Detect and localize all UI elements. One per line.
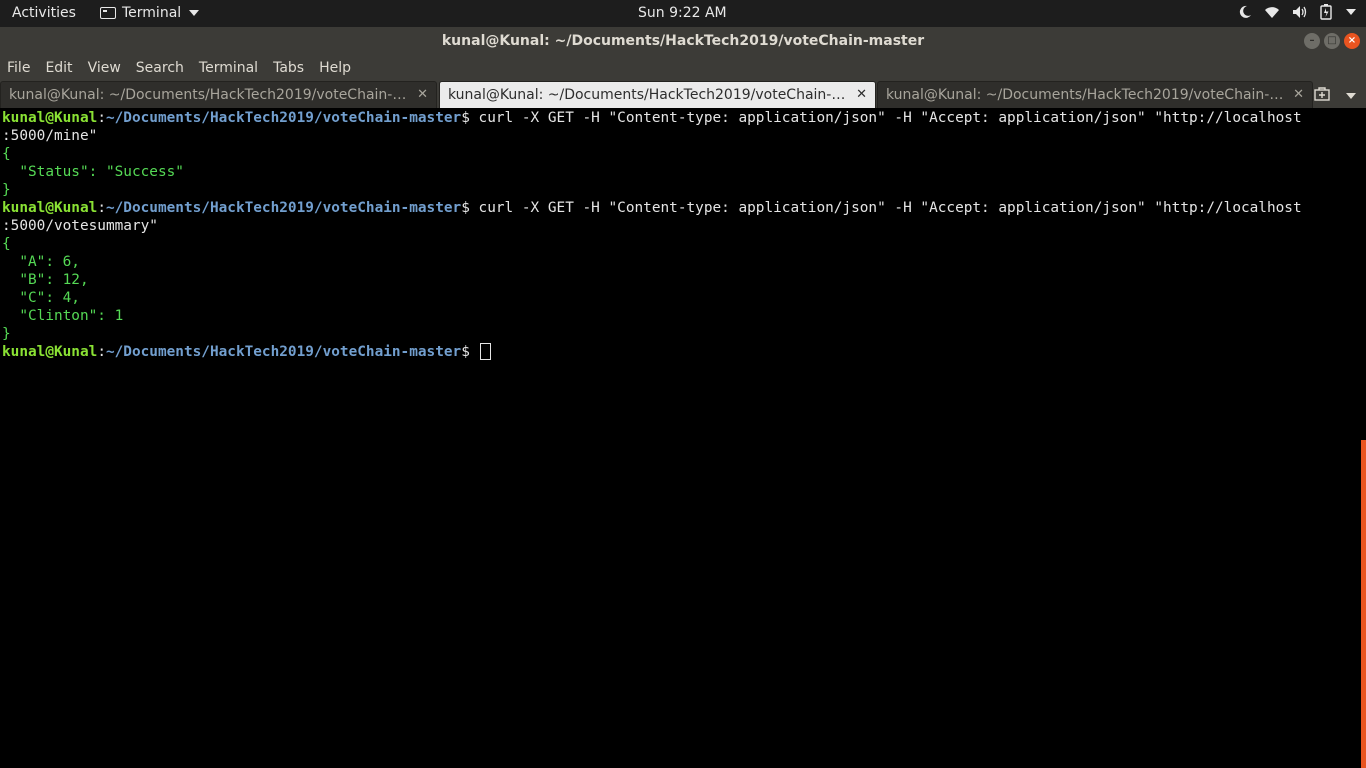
text-cursor bbox=[479, 343, 491, 360]
menu-bar: File Edit View Search Terminal Tabs Help bbox=[0, 55, 1366, 81]
tab-label: kunal@Kunal: ~/Documents/HackTech2019/vo… bbox=[886, 87, 1286, 103]
output-line: "Clinton": 1 bbox=[2, 308, 124, 324]
system-menu-chevron-icon[interactable] bbox=[1346, 9, 1356, 15]
command-text: curl -X GET -H "Content-type: applicatio… bbox=[469, 110, 1302, 126]
prompt-symbol: $ bbox=[461, 344, 470, 360]
activities-button[interactable]: Activities bbox=[12, 5, 76, 21]
prompt-symbol: $ bbox=[461, 110, 470, 126]
chevron-down-icon bbox=[189, 10, 200, 16]
output-line: } bbox=[2, 326, 11, 342]
tab-close-icon[interactable]: ✕ bbox=[417, 82, 428, 108]
app-menu[interactable]: Terminal bbox=[100, 5, 200, 21]
prompt-user: kunal@Kunal bbox=[2, 110, 98, 126]
prompt-user: kunal@Kunal bbox=[2, 200, 98, 216]
tab-label: kunal@Kunal: ~/Documents/HackTech2019/vo… bbox=[9, 87, 409, 103]
tab-3[interactable]: kunal@Kunal: ~/Documents/HackTech2019/vo… bbox=[877, 81, 1313, 108]
prompt-path: ~/Documents/HackTech2019/voteChain-maste… bbox=[105, 110, 462, 126]
volume-icon[interactable] bbox=[1292, 5, 1308, 19]
tab-2[interactable]: kunal@Kunal: ~/Documents/HackTech2019/vo… bbox=[439, 81, 876, 108]
prompt-symbol: $ bbox=[461, 200, 470, 216]
tab-label: kunal@Kunal: ~/Documents/HackTech2019/vo… bbox=[448, 87, 848, 103]
menu-file[interactable]: File bbox=[7, 60, 30, 76]
command-continuation: :5000/votesummary" bbox=[2, 218, 158, 234]
tab-close-icon[interactable]: ✕ bbox=[856, 82, 867, 108]
minimize-button[interactable]: – bbox=[1304, 33, 1320, 49]
night-light-icon[interactable] bbox=[1238, 5, 1252, 19]
menu-view[interactable]: View bbox=[88, 60, 121, 76]
output-line: { bbox=[2, 236, 11, 252]
battery-icon[interactable] bbox=[1320, 4, 1332, 20]
window-title: kunal@Kunal: ~/Documents/HackTech2019/vo… bbox=[441, 33, 925, 49]
output-line: } bbox=[2, 182, 11, 198]
command-continuation: :5000/mine" bbox=[2, 128, 98, 144]
prompt-user: kunal@Kunal bbox=[2, 344, 98, 360]
output-line: "B": 12, bbox=[2, 272, 89, 288]
prompt-path: ~/Documents/HackTech2019/voteChain-maste… bbox=[105, 344, 462, 360]
clock[interactable]: Sun 9:22 AM bbox=[638, 5, 727, 21]
app-menu-label: Terminal bbox=[122, 5, 182, 21]
window-title-bar[interactable]: kunal@Kunal: ~/Documents/HackTech2019/vo… bbox=[0, 27, 1366, 55]
menu-tabs[interactable]: Tabs bbox=[273, 60, 304, 76]
menu-search[interactable]: Search bbox=[136, 60, 184, 76]
command-text: curl -X GET -H "Content-type: applicatio… bbox=[469, 200, 1302, 216]
tab-1[interactable]: kunal@Kunal: ~/Documents/HackTech2019/vo… bbox=[0, 81, 437, 108]
tab-close-icon[interactable]: ✕ bbox=[1293, 82, 1304, 108]
tab-menu-chevron-icon[interactable] bbox=[1346, 92, 1356, 99]
terminal-output[interactable]: kunal@Kunal:~/Documents/HackTech2019/vot… bbox=[0, 108, 1366, 768]
output-line: "A": 6, bbox=[2, 254, 80, 270]
output-line: { bbox=[2, 146, 11, 162]
scrollbar[interactable] bbox=[1361, 440, 1366, 768]
menu-help[interactable]: Help bbox=[319, 60, 351, 76]
prompt-path: ~/Documents/HackTech2019/voteChain-maste… bbox=[105, 200, 462, 216]
prompt-line[interactable]: kunal@Kunal:~/Documents/HackTech2019/vot… bbox=[2, 343, 1366, 361]
terminal-icon bbox=[100, 7, 116, 19]
menu-terminal[interactable]: Terminal bbox=[199, 60, 258, 76]
close-button[interactable]: × bbox=[1344, 33, 1360, 49]
tab-bar: kunal@Kunal: ~/Documents/HackTech2019/vo… bbox=[0, 81, 1366, 108]
window-controls: – □ × bbox=[1304, 33, 1360, 49]
system-tray[interactable] bbox=[1238, 4, 1356, 20]
menu-edit[interactable]: Edit bbox=[45, 60, 72, 76]
new-tab-icon[interactable] bbox=[1314, 86, 1330, 105]
wifi-icon[interactable] bbox=[1264, 5, 1280, 19]
output-line: "Status": "Success" bbox=[2, 164, 184, 180]
top-bar: Activities Terminal Sun 9:22 AM bbox=[0, 0, 1366, 27]
output-line: "C": 4, bbox=[2, 290, 80, 306]
tab-tools bbox=[1314, 86, 1356, 105]
command-line: kunal@Kunal:~/Documents/HackTech2019/vot… bbox=[2, 200, 1302, 216]
command-line: kunal@Kunal:~/Documents/HackTech2019/vot… bbox=[2, 110, 1302, 126]
maximize-button[interactable]: □ bbox=[1324, 33, 1340, 49]
